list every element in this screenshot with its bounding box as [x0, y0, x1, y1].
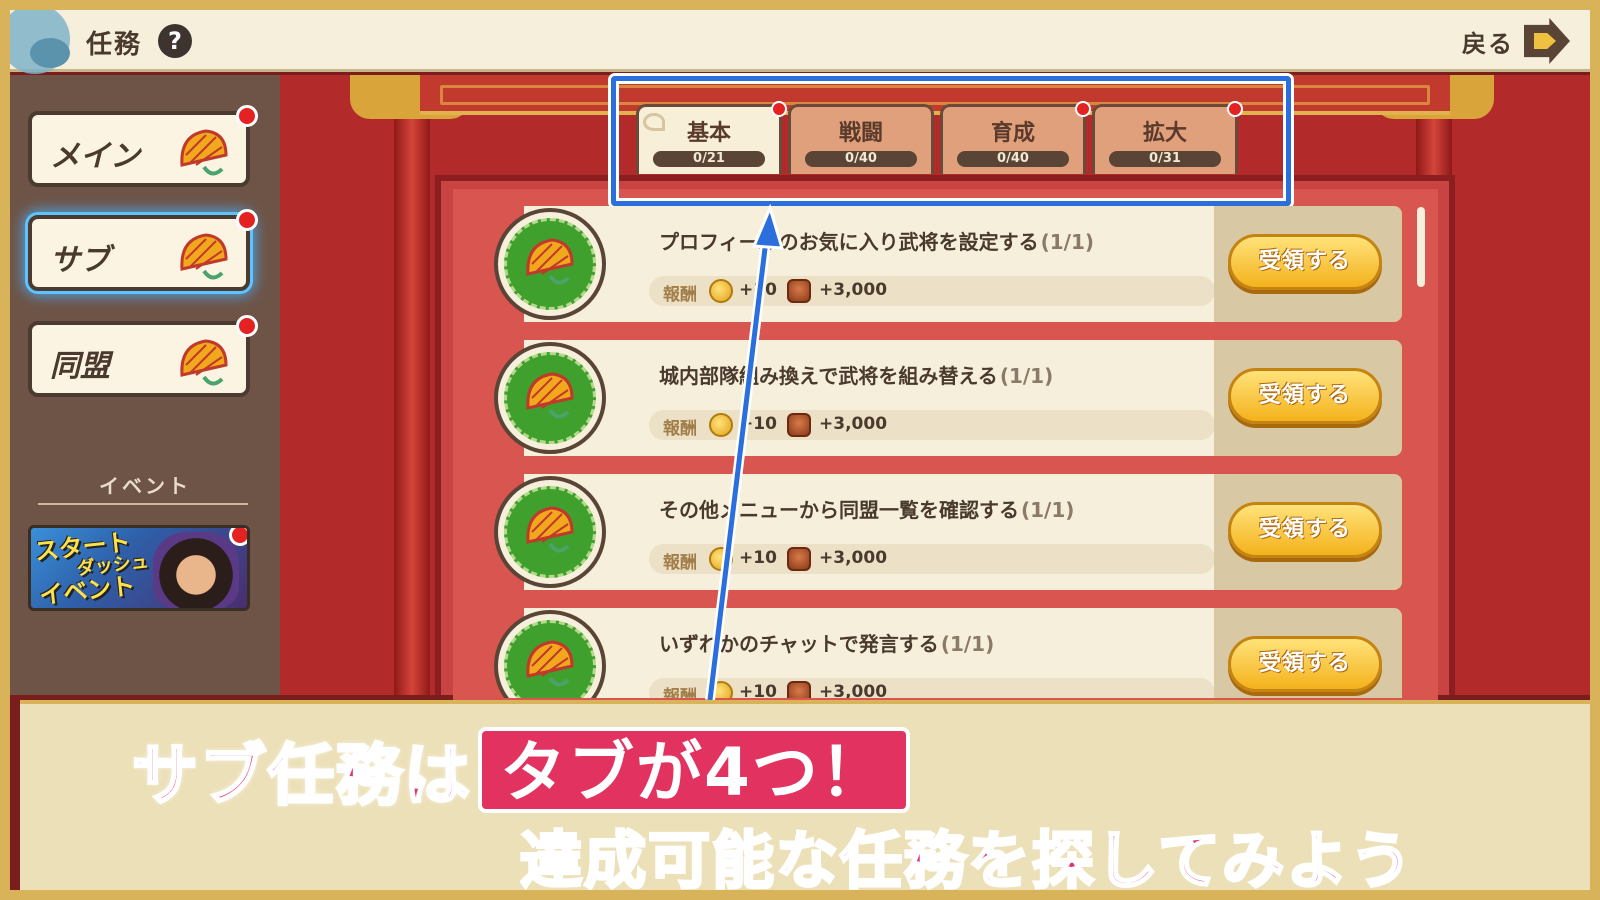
mission-emblem — [494, 208, 606, 320]
event-banner-text: スタート ダッシュ イベント — [33, 528, 153, 610]
fan-icon — [180, 339, 228, 386]
mission-progress: (1/1) — [1021, 498, 1075, 522]
sidebar-item-label: 同盟 — [50, 349, 110, 384]
scrollbar-thumb[interactable] — [1417, 207, 1425, 287]
ration-icon — [787, 547, 811, 571]
mission-progress: (1/1) — [1040, 230, 1095, 254]
mission-row: プロフィールのお気に入り武将を設定する (1/1) 報酬 +10 +3,000 受… — [494, 206, 1402, 322]
cloud-decoration — [30, 38, 70, 68]
ration-reward: +3,000 — [819, 682, 888, 698]
start-dash-event-banner[interactable]: スタート ダッシュ イベント — [28, 525, 250, 611]
coin-icon — [709, 681, 733, 698]
notification-badge — [236, 209, 258, 231]
coin-reward: +10 — [739, 280, 777, 300]
mission-row: 城内部隊組み換えで武将を組み替える (1/1) 報酬 +10 +3,000 受領す… — [494, 340, 1402, 456]
mission-title-text: プロフィールのお気に入り武将を設定する — [659, 230, 1039, 254]
coin-reward: +10 — [739, 414, 777, 434]
notification-badge — [229, 528, 247, 546]
reward-bar: 報酬 +10 +3,000 — [649, 276, 1215, 306]
claim-button[interactable]: 受領する — [1228, 636, 1382, 692]
claim-button[interactable]: 受領する — [1228, 502, 1382, 558]
notification-badge — [236, 315, 258, 337]
event-banner-line: イベント — [38, 571, 137, 610]
sidebar-item-label: サブ — [50, 243, 110, 278]
caption-banner: サブ任務は タブが4つ！ 達成可能な任務を探してみよう — [20, 700, 1590, 897]
coin-icon — [709, 279, 733, 303]
mission-card: いずれかのチャットで発言する (1/1) 報酬 +10 +3,000 — [524, 608, 1244, 698]
mission-title-text: 城内部隊組み換えで武将を組み替える — [659, 364, 998, 388]
mission-title-text: いずれかのチャットで発言する — [659, 632, 939, 656]
sidebar-item-label: メイン — [50, 139, 140, 174]
mission-title: 城内部隊組み換えで武将を組み替える (1/1) — [659, 360, 1053, 389]
reward-bar: 報酬 +10 +3,000 — [649, 410, 1215, 440]
coin-icon — [709, 547, 733, 571]
ration-icon — [787, 681, 811, 698]
mission-category-sidebar: メイン サブ 同盟 イベント スタート ダッシュ イベント — [10, 75, 280, 695]
mission-row: いずれかのチャットで発言する (1/1) 報酬 +10 +3,000 受領する — [494, 608, 1402, 698]
reward-label: 報酬 — [663, 285, 697, 305]
caption-line: サブ任務は タブが4つ！ — [131, 722, 910, 818]
notification-badge — [236, 105, 258, 127]
page-title: 任務 — [86, 30, 143, 60]
claim-area: 受領する — [1214, 340, 1402, 456]
fan-icon — [180, 129, 228, 176]
coin-reward: +10 — [739, 682, 777, 698]
pillar-decoration — [394, 75, 430, 695]
claim-area: 受領する — [1214, 206, 1402, 322]
claim-area: 受領する — [1214, 608, 1402, 698]
general-portrait-image — [153, 532, 239, 608]
reward-label: 報酬 — [663, 553, 697, 573]
reward-label: 報酬 — [663, 419, 697, 439]
caption-highlight-box: タブが4つ！ — [478, 727, 910, 813]
fan-icon — [180, 233, 228, 280]
ration-icon — [787, 279, 811, 303]
mission-progress: (1/1) — [999, 364, 1054, 388]
mission-card: 城内部隊組み換えで武将を組み替える (1/1) 報酬 +10 +3,000 — [524, 340, 1244, 456]
question-icon[interactable]: ? — [158, 24, 192, 58]
ration-icon — [787, 413, 811, 437]
fan-icon — [526, 238, 574, 285]
coin-icon — [709, 413, 733, 437]
claim-button[interactable]: 受領する — [1228, 368, 1382, 424]
arrow-right-icon — [1524, 18, 1570, 64]
header-bar: 任務 ? 戻る — [10, 10, 1590, 74]
mission-emblem — [494, 476, 606, 588]
divider — [38, 503, 248, 505]
mission-emblem — [494, 342, 606, 454]
tab-highlight-annotation — [611, 76, 1291, 206]
game-window: 任務 ? 戻る メイン サブ 同盟 イベント スタート ダッシュ イベント 基本… — [0, 0, 1600, 900]
sidebar-item-sub[interactable]: サブ — [28, 209, 258, 291]
fan-icon — [526, 506, 574, 553]
back-label: 戻る — [1462, 29, 1514, 58]
mission-title: いずれかのチャットで発言する (1/1) — [659, 628, 994, 657]
mission-title: その他メニューから同盟一覧を確認する (1/1) — [659, 494, 1074, 523]
caption-text: 達成可能な任務を探してみよう — [518, 823, 1415, 897]
reward-bar: 報酬 +10 +3,000 — [649, 544, 1215, 574]
mission-card: その他メニューから同盟一覧を確認する (1/1) 報酬 +10 +3,000 — [524, 474, 1244, 590]
fan-icon — [526, 372, 574, 419]
back-button[interactable]: 戻る — [1462, 18, 1570, 64]
event-section-label: イベント — [99, 474, 191, 498]
sidebar-item-main[interactable]: メイン — [28, 105, 258, 187]
reward-label: 報酬 — [663, 687, 697, 698]
ration-reward: +3,000 — [819, 414, 888, 434]
mission-progress: (1/1) — [940, 632, 995, 656]
reward-bar: 報酬 +10 +3,000 — [649, 678, 1215, 698]
mission-row: その他メニューから同盟一覧を確認する (1/1) 報酬 +10 +3,000 受領… — [494, 474, 1402, 590]
fan-icon — [526, 640, 574, 687]
caption-text: サブ任務は — [131, 736, 472, 816]
claim-button[interactable]: 受領する — [1228, 234, 1382, 290]
mission-title: プロフィールのお気に入り武将を設定する (1/1) — [659, 226, 1094, 255]
ration-reward: +3,000 — [819, 548, 888, 568]
mission-title-text: その他メニューから同盟一覧を確認する — [659, 498, 1019, 522]
coin-reward: +10 — [739, 548, 777, 568]
sidebar-item-alliance[interactable]: 同盟 — [28, 315, 258, 397]
claim-area: 受領する — [1214, 474, 1402, 590]
ration-reward: +3,000 — [819, 280, 888, 300]
mission-card: プロフィールのお気に入り武将を設定する (1/1) 報酬 +10 +3,000 — [524, 206, 1244, 322]
